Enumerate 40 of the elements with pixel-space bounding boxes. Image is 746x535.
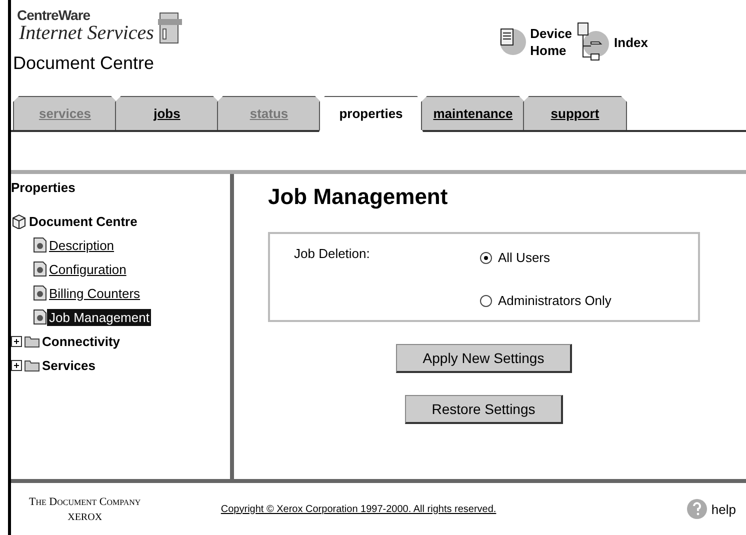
folder-icon [24, 358, 40, 372]
tree-item[interactable]: Configuration [47, 260, 128, 278]
company-brand: XEROX [68, 512, 102, 522]
tree-item[interactable]: Billing Counters [47, 284, 142, 302]
document-icon [33, 261, 47, 277]
tree-item[interactable]: Services [40, 356, 98, 374]
nav-tab[interactable]: properties [319, 96, 423, 132]
nav-tab[interactable]: support [523, 96, 627, 130]
sidebar-title: Properties [11, 180, 76, 195]
option-label: All Users [498, 250, 550, 265]
company-tagline: The Document Company [29, 496, 141, 508]
radio-button[interactable] [480, 294, 492, 306]
help-link[interactable]: help [686, 498, 736, 520]
tree-item[interactable]: Job Management [47, 308, 152, 326]
package-icon [11, 213, 27, 229]
nav-tab[interactable]: jobs [115, 96, 219, 130]
device-name: Document Centre [13, 53, 156, 74]
header-link[interactable]: Device Home [496, 25, 572, 59]
setting-label: Job Deletion: [293, 246, 371, 263]
document-icon [33, 285, 47, 301]
action-button[interactable]: Restore Settings [404, 395, 564, 424]
radio-button[interactable] [480, 252, 492, 264]
copyright-link[interactable]: Copyright © Xerox Corporation 1997-2000. All rights reserved. [220, 504, 496, 514]
page-title: Job Management [268, 184, 449, 210]
expand-icon[interactable] [11, 360, 22, 370]
nav-tab[interactable]: maintenance [421, 96, 525, 130]
expand-icon[interactable] [11, 336, 22, 346]
option-label: Administrators Only [498, 293, 612, 308]
header-link[interactable]: Index [576, 22, 648, 62]
folder-icon [24, 334, 40, 348]
tree-item[interactable]: Document Centre [27, 212, 140, 230]
document-icon [33, 309, 47, 325]
question-icon [686, 498, 708, 520]
action-button[interactable]: Apply New Settings [396, 344, 572, 373]
tree-item[interactable]: Description [47, 236, 116, 254]
brand-subtitle: Internet Services [18, 22, 154, 45]
brand-name: CentreWare [16, 8, 92, 22]
tree-index-icon [576, 22, 610, 62]
document-icon [33, 237, 47, 253]
tree-item[interactable]: Connectivity [40, 332, 122, 350]
